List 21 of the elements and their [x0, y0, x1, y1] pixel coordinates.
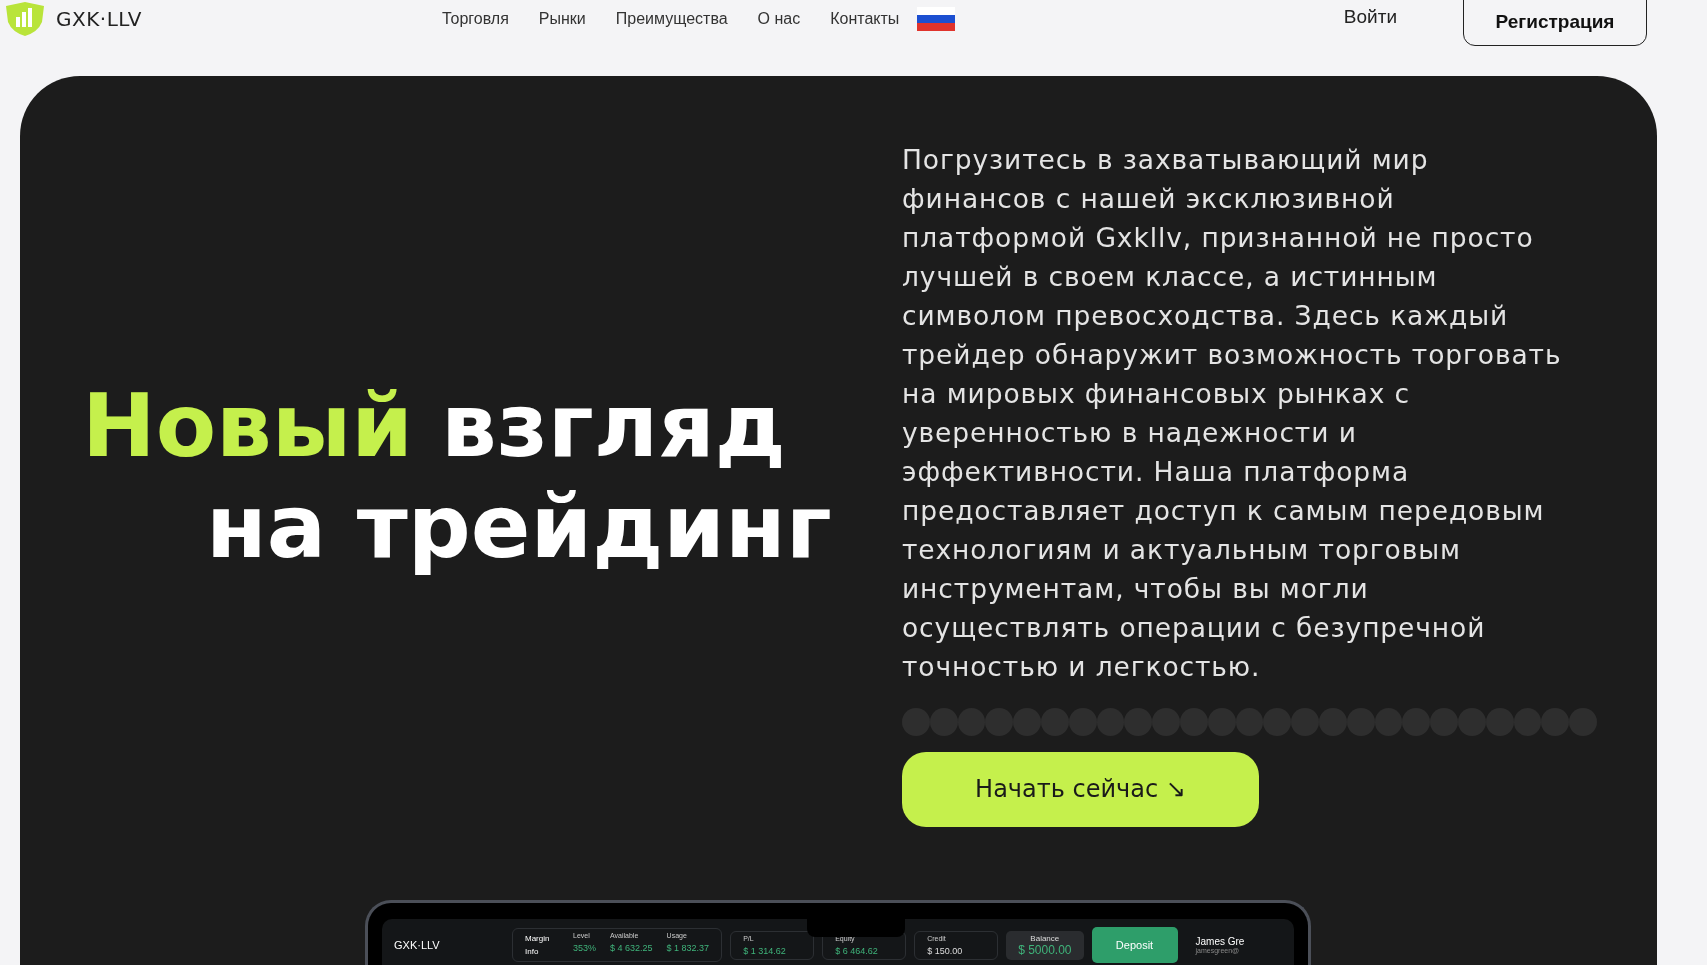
- balance-label: Balance: [1030, 933, 1060, 943]
- nav-link[interactable]: Преимущества: [615, 10, 728, 28]
- stat-value: $ 4 632.25: [610, 943, 653, 953]
- nav-link[interactable]: Контакты: [830, 10, 900, 28]
- headline-line: на трейдинг: [206, 476, 832, 578]
- nav-link[interactable]: Рынки: [538, 10, 586, 28]
- flag-icon[interactable]: [917, 7, 956, 31]
- nav-link[interactable]: О нас: [757, 10, 801, 28]
- register-button[interactable]: Регистрация: [1463, 0, 1647, 46]
- balance-value: $ 5000.00: [1018, 942, 1072, 957]
- margin-label: Margin Info: [525, 933, 551, 958]
- stat-value: 353%: [573, 943, 597, 953]
- stat-value: $ 1 832.37: [666, 943, 710, 953]
- nav-link[interactable]: Торговля: [441, 10, 509, 28]
- description-text: Погрузитесь в захватывающий мир финансов с нашей эксклюзивной платформой Gxkllv, признанной не просто лучшей в своем классе, а истинным символом превосходства. Здесь каждый трейдер обнаружит возможность торговать на мировых финансовых рынках с уверенностью в надежности и эффективности. Наша платформа предоставляет доступ к самым передовым технологиям и актуальным торговым инструментам, чтобы вы могли осуществлять операции с безупречной точностью и легкостью.: [902, 143, 1563, 684]
- start-now-button[interactable]: Начать сейчас ↘: [902, 751, 1259, 827]
- user-name: James Gre: [1195, 936, 1245, 947]
- logo-text[interactable]: GXK·LLV: [56, 7, 142, 31]
- headline-line: Новый взгляд: [82, 375, 786, 477]
- login-link[interactable]: Войти: [1343, 6, 1397, 28]
- app-logo: GXK·LLV: [394, 939, 441, 951]
